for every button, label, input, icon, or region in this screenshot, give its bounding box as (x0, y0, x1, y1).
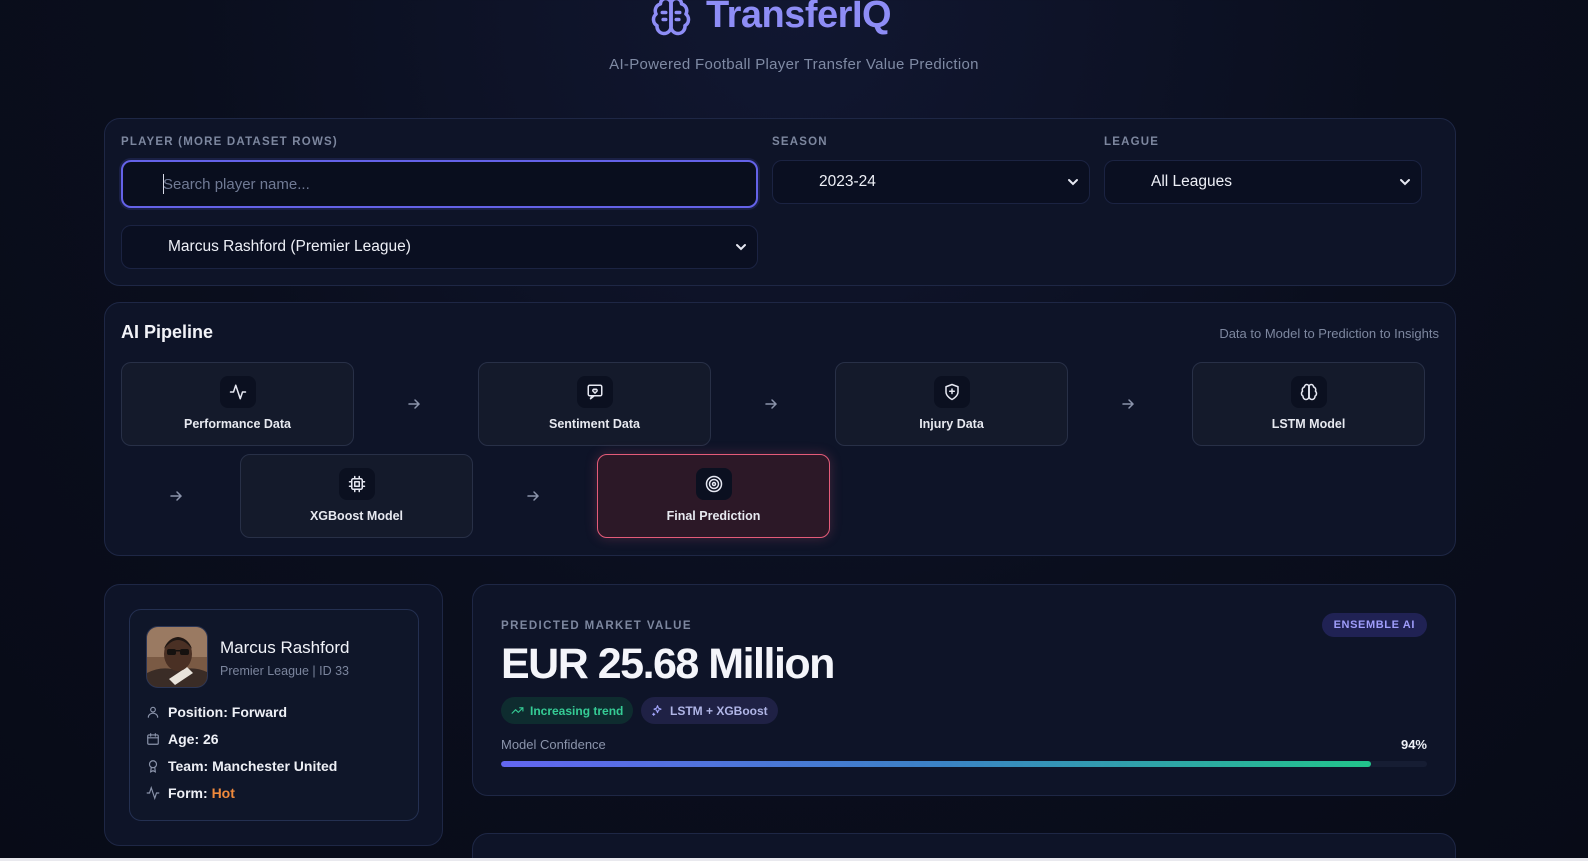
app-title: TransferIQ (706, 0, 892, 36)
node-label: Final Prediction (666, 509, 761, 523)
pipeline-subtitle: Data to Model to Prediction to Insights (1219, 326, 1439, 341)
player-selected-value: Marcus Rashford (Premier League) (168, 238, 411, 255)
node-label: Performance Data (184, 417, 291, 431)
league-select[interactable]: All Leagues (1104, 160, 1422, 204)
player-meta: Premier League | ID 33 (220, 664, 350, 678)
trending-up-icon (511, 707, 524, 714)
trend-pill: Increasing trend (501, 697, 634, 724)
ai-pipeline-panel: AI Pipeline Data to Model to Prediction … (104, 302, 1456, 556)
app-subtitle: AI-Powered Football Player Transfer Valu… (609, 56, 979, 73)
pipeline-node-lstm[interactable]: LSTM Model (1192, 362, 1425, 446)
pipeline-title: AI Pipeline (121, 322, 214, 342)
pipeline-node-performance[interactable]: Performance Data (121, 362, 354, 446)
pipeline-node-final-prediction[interactable]: Final Prediction (597, 454, 830, 538)
pipeline-node-injury[interactable]: Injury Data (835, 362, 1068, 446)
avatar (146, 626, 208, 688)
user-icon (147, 706, 159, 718)
award-icon (148, 760, 158, 773)
position-text: Position: Forward (168, 704, 287, 720)
player-name: Marcus Rashford (220, 638, 350, 657)
brand: TransferIQ (650, 0, 892, 37)
pipeline-node-sentiment[interactable]: Sentiment Data (478, 362, 711, 446)
confidence-bar (501, 761, 1427, 767)
filters-panel: PLAYER (MORE DATASET ROWS) SEASON LEAGUE… (104, 118, 1456, 286)
shield-plus-icon (934, 376, 970, 408)
arrow-right-icon (408, 399, 421, 409)
season-select[interactable]: 2023-24 (772, 160, 1090, 204)
player-select[interactable]: Marcus Rashford (Premier League) (121, 225, 758, 269)
trend-text: Increasing trend (530, 703, 624, 718)
target-icon (696, 468, 732, 500)
form-value: Hot (211, 785, 235, 801)
player-panel: Marcus Rashford Premier League | ID 33 P… (104, 584, 443, 846)
arrow-right-icon (527, 491, 540, 501)
node-label: XGBoost Model (309, 509, 404, 523)
player-card: Marcus Rashford Premier League | ID 33 P… (129, 609, 419, 821)
sparkles-icon (652, 705, 662, 716)
cpu-icon (339, 468, 375, 500)
node-label: Injury Data (919, 417, 984, 431)
age-text: Age: 26 (168, 731, 219, 747)
arrow-right-icon (765, 399, 778, 409)
message-heart-icon (577, 376, 613, 408)
season-value: 2023-24 (819, 173, 876, 190)
header: TransferIQ AI-Powered Football Player Tr… (0, 0, 1588, 90)
activity-icon (146, 786, 160, 800)
league-label: LEAGUE (1104, 136, 1160, 148)
ensemble-badge: ENSEMBLE AI (1321, 613, 1427, 637)
text-caret (163, 174, 164, 194)
prediction-panel: PREDICTED MARKET VALUE ENSEMBLE AI EUR 2… (472, 584, 1456, 796)
player-search[interactable] (121, 160, 758, 208)
confidence-value: 94% (1400, 737, 1427, 752)
arrow-right-icon (170, 491, 183, 501)
form-prefix: Form: (168, 785, 212, 801)
player-team: Team: Manchester United (146, 758, 337, 774)
arrow-right-icon (1122, 399, 1135, 409)
player-form: Form: Hot (146, 785, 235, 801)
player-label: PLAYER (MORE DATASET ROWS) (121, 136, 338, 148)
activity-icon (220, 376, 256, 408)
confidence-bar-fill (501, 761, 1372, 767)
next-panel (472, 833, 1456, 861)
model-pill: LSTM + XGBoost (641, 697, 778, 724)
confidence-label: Model Confidence (501, 737, 606, 752)
pipeline-node-xgboost[interactable]: XGBoost Model (240, 454, 473, 538)
brain-icon (1291, 376, 1327, 408)
player-position: Position: Forward (146, 704, 287, 720)
search-input[interactable] (123, 162, 756, 206)
chevron-down-icon (736, 244, 746, 251)
predicted-value: EUR 25.68 Million (501, 640, 835, 688)
node-label: Sentiment Data (549, 417, 640, 431)
chevron-down-icon (1400, 179, 1410, 186)
brain-icon (651, 0, 691, 35)
prediction-label: PREDICTED MARKET VALUE (501, 620, 692, 632)
calendar-icon (147, 733, 159, 745)
league-value: All Leagues (1151, 173, 1233, 190)
chevron-down-icon (1068, 179, 1078, 186)
model-text: LSTM + XGBoost (670, 703, 768, 718)
season-label: SEASON (772, 136, 828, 148)
node-label: LSTM Model (1271, 417, 1346, 431)
player-age: Age: 26 (146, 731, 219, 747)
team-text: Team: Manchester United (168, 758, 338, 774)
